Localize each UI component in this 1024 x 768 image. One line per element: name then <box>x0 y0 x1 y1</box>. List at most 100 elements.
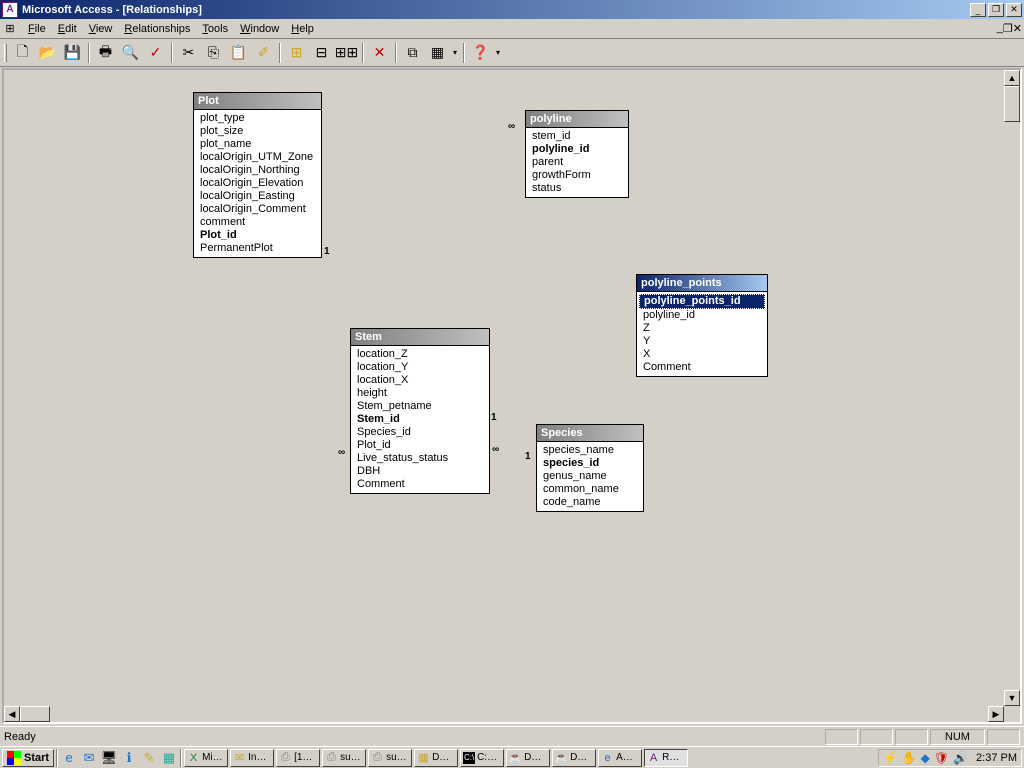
field-code-name[interactable]: code_name <box>537 496 643 509</box>
close-button[interactable]: ✕ <box>1006 3 1022 17</box>
field-plot-size[interactable]: plot_size <box>194 125 321 138</box>
table-title[interactable]: Plot <box>194 93 321 110</box>
field-localorigin-comment[interactable]: localOrigin_Comment <box>194 203 321 216</box>
show-direct-button[interactable]: ⊟ <box>310 42 333 64</box>
spelling-button[interactable]: ✓ <box>144 42 167 64</box>
table-title[interactable]: Species <box>537 425 643 442</box>
field-location-x[interactable]: location_X <box>351 374 489 387</box>
cut-button[interactable]: ✂ <box>177 42 200 64</box>
task-item[interactable]: ☕D… <box>506 749 550 767</box>
field-polyline-points-id[interactable]: polyline_points_id <box>639 294 765 309</box>
print-button[interactable]: 🖶 <box>94 42 117 64</box>
print-preview-button[interactable]: 🔍 <box>119 42 142 64</box>
ql-task-icon[interactable]: ▦ <box>160 749 178 767</box>
help-button[interactable]: ❓ <box>469 42 492 64</box>
field-dbh[interactable]: DBH <box>351 465 489 478</box>
task-item[interactable]: ☕D… <box>552 749 596 767</box>
field-location-y[interactable]: location_Y <box>351 361 489 374</box>
table-stem[interactable]: Stem location_Z location_Y location_X he… <box>350 328 490 494</box>
table-species[interactable]: Species species_name species_id genus_na… <box>536 424 644 512</box>
field-polyline-id[interactable]: polyline_id <box>637 309 767 322</box>
field-species-id[interactable]: Species_id <box>351 426 489 439</box>
show-table-button[interactable]: ⊞ <box>285 42 308 64</box>
field-z[interactable]: Z <box>637 322 767 335</box>
minimize-button[interactable]: _ <box>970 3 986 17</box>
save-button[interactable]: 💾 <box>61 42 84 64</box>
scroll-up-button[interactable]: ▲ <box>1004 70 1020 86</box>
menu-window[interactable]: Window <box>234 21 285 37</box>
relationships-canvas[interactable]: 1 ∞ 1 ∞ ∞ 1 1 ∞ Plot plot_type plot_size… <box>4 70 1004 706</box>
horizontal-scrollbar[interactable]: ◀ ▶ <box>4 706 1004 722</box>
field-location-z[interactable]: location_Z <box>351 348 489 361</box>
table-polyline-points[interactable]: polyline_points polyline_points_id polyl… <box>636 274 768 377</box>
field-y[interactable]: Y <box>637 335 767 348</box>
field-live-status[interactable]: Live_status_status <box>351 452 489 465</box>
field-stem-id[interactable]: stem_id <box>526 130 628 143</box>
mdi-restore-button[interactable]: ❐ <box>1003 22 1013 35</box>
vertical-scrollbar[interactable]: ▲ ▼ <box>1004 70 1020 706</box>
tray-icon[interactable]: ◆ <box>921 751 930 765</box>
field-plot-name[interactable]: plot_name <box>194 138 321 151</box>
toolbar-grip[interactable] <box>4 44 7 62</box>
field-stem-petname[interactable]: Stem_petname <box>351 400 489 413</box>
table-plot[interactable]: Plot plot_type plot_size plot_name local… <box>193 92 322 258</box>
menu-tools[interactable]: Tools <box>196 21 234 37</box>
menu-view[interactable]: View <box>83 21 119 37</box>
tray-volume-icon[interactable]: 🔊 <box>953 751 968 765</box>
scroll-right-button[interactable]: ▶ <box>988 706 1004 722</box>
field-comment[interactable]: Comment <box>351 478 489 491</box>
scroll-left-button[interactable]: ◀ <box>4 706 20 722</box>
field-localorigin-elevation[interactable]: localOrigin_Elevation <box>194 177 321 190</box>
ql-note-icon[interactable]: ✎ <box>140 749 158 767</box>
field-permanentplot[interactable]: PermanentPlot <box>194 242 321 255</box>
menu-relationships[interactable]: Relationships <box>118 21 196 37</box>
taskbar-clock[interactable]: 2:37 PM <box>972 752 1017 764</box>
field-plot-type[interactable]: plot_type <box>194 112 321 125</box>
restore-button[interactable]: ❐ <box>988 3 1004 17</box>
field-parent[interactable]: parent <box>526 156 628 169</box>
new-button[interactable]: 🗋 <box>11 42 34 64</box>
task-item[interactable]: ⎙su… <box>322 749 366 767</box>
field-status[interactable]: status <box>526 182 628 195</box>
format-painter-button[interactable]: ✐ <box>252 42 275 64</box>
menu-edit[interactable]: Edit <box>52 21 83 37</box>
field-polyline-id[interactable]: polyline_id <box>526 143 628 156</box>
mdi-close-button[interactable]: ✕ <box>1013 22 1022 35</box>
tray-icon[interactable]: ✋ <box>902 751 917 765</box>
paste-button[interactable]: 📋 <box>227 42 250 64</box>
field-localorigin-easting[interactable]: localOrigin_Easting <box>194 190 321 203</box>
field-plot-id[interactable]: Plot_id <box>194 229 321 242</box>
show-all-button[interactable]: ⊞⊞ <box>335 42 358 64</box>
tray-icon[interactable]: 🛡 <box>934 751 949 765</box>
task-item[interactable]: ✉In… <box>230 749 274 767</box>
task-item[interactable]: XMi… <box>184 749 228 767</box>
field-common-name[interactable]: common_name <box>537 483 643 496</box>
task-item[interactable]: ▦D… <box>414 749 458 767</box>
field-comment[interactable]: comment <box>194 216 321 229</box>
field-species-name[interactable]: species_name <box>537 444 643 457</box>
field-localorigin-northing[interactable]: localOrigin_Northing <box>194 164 321 177</box>
system-tray[interactable]: ⚡ ✋ ◆ 🛡 🔊 2:37 PM <box>878 749 1022 767</box>
copy-button[interactable]: ⎘ <box>202 42 225 64</box>
table-polyline[interactable]: polyline stem_id polyline_id parent grow… <box>525 110 629 198</box>
properties-button[interactable]: ⧉ <box>401 42 424 64</box>
task-item-active[interactable]: AR… <box>644 749 688 767</box>
field-x[interactable]: X <box>637 348 767 361</box>
menu-file[interactable]: File <box>22 21 52 37</box>
task-item[interactable]: ⎙[1… <box>276 749 320 767</box>
hscroll-thumb[interactable] <box>20 706 50 722</box>
clear-layout-button[interactable]: ✕ <box>368 42 391 64</box>
task-item[interactable]: eA… <box>598 749 642 767</box>
table-title[interactable]: polyline <box>526 111 628 128</box>
menu-help[interactable]: Help <box>285 21 320 37</box>
table-title[interactable]: polyline_points <box>637 275 767 292</box>
ql-outlook-icon[interactable]: ✉ <box>80 749 98 767</box>
field-growthform[interactable]: growthForm <box>526 169 628 182</box>
vscroll-thumb[interactable] <box>1004 86 1020 122</box>
start-button[interactable]: Start <box>2 749 54 767</box>
field-plot-id[interactable]: Plot_id <box>351 439 489 452</box>
task-item[interactable]: C:\C:… <box>460 749 504 767</box>
ql-desktop-icon[interactable]: 🖥 <box>100 749 118 767</box>
open-button[interactable]: 📂 <box>36 42 59 64</box>
scroll-down-button[interactable]: ▼ <box>1004 690 1020 706</box>
